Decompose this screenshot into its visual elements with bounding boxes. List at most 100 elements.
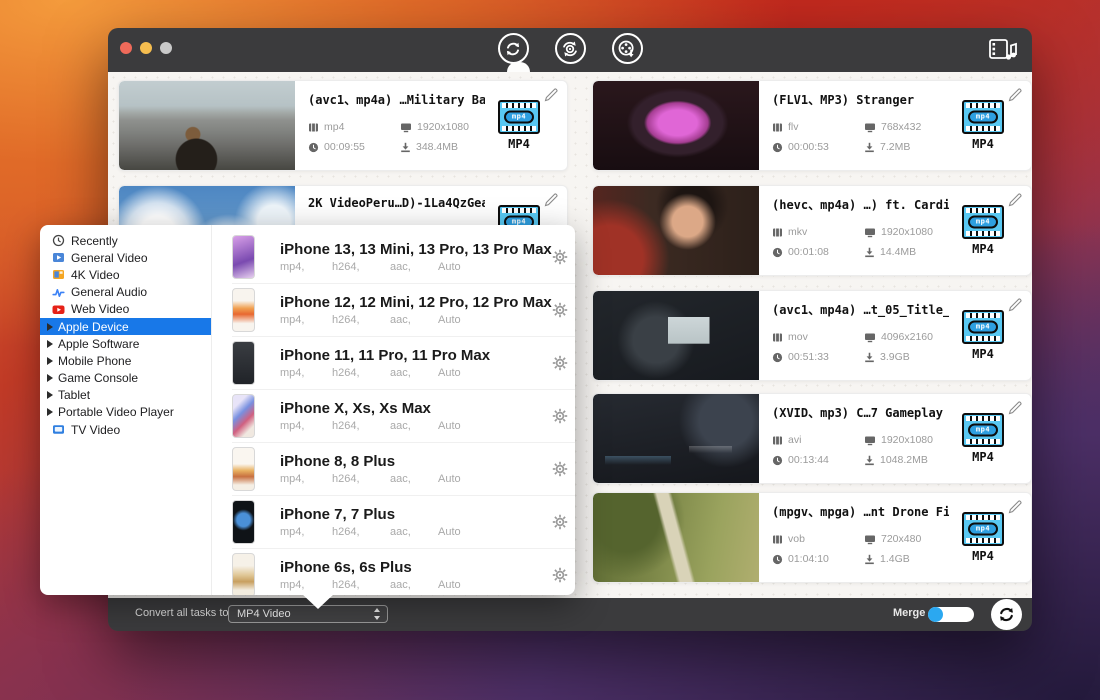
output-format[interactable]: mp4 MP4: [949, 493, 1017, 582]
iphone-thumbnail: [232, 288, 255, 332]
edit-icon[interactable]: [1008, 401, 1022, 415]
monitor-icon: [864, 227, 876, 238]
file-format-icon: [772, 435, 783, 446]
preset-iphone-13[interactable]: iPhone 13, 13 Mini, 13 Pro, 13 Pro Max m…: [232, 231, 575, 284]
run-convert-button[interactable]: [991, 599, 1022, 630]
category-apple-software[interactable]: Apple Software: [40, 335, 211, 352]
category-portable-video-player[interactable]: Portable Video Player: [40, 404, 211, 421]
preset-name: iPhone 11, 11 Pro, 11 Pro Max: [280, 347, 552, 364]
edit-icon[interactable]: [1008, 500, 1022, 514]
category-game-console[interactable]: Game Console: [40, 370, 211, 387]
disclosure-triangle: [47, 391, 53, 399]
convert-arrows-icon: [502, 38, 524, 60]
file-resolution: 1920x1080: [864, 226, 949, 238]
preset-specs: mp4,h264,aac,Auto: [280, 526, 552, 538]
file-card[interactable]: (XVID、mp3) C…7 Gameplay 4K avi 1920x1080…: [592, 393, 1032, 484]
preset-specs: mp4,h264,aac,Auto: [280, 314, 552, 326]
preset-specs: mp4,h264,aac,Auto: [280, 261, 552, 273]
gear-icon[interactable]: [552, 567, 568, 583]
download-size-icon: [864, 554, 875, 565]
file-card[interactable]: (hevc、mp4a) …) ft. Cardi B mkv 1920x1080…: [592, 185, 1032, 276]
preset-iphone-6s[interactable]: iPhone 6s, 6s Plus mp4,h264,aac,Auto: [232, 549, 575, 595]
mp4-badge-icon: mp4: [962, 100, 1004, 134]
category-general-video[interactable]: General Video: [40, 249, 211, 266]
file-resolution: 1920x1080: [864, 434, 949, 446]
tab-dvd[interactable]: [555, 33, 586, 64]
edit-icon[interactable]: [1008, 88, 1022, 102]
download-size-icon: [400, 142, 411, 153]
file-title: (avc1、mp4a) …Military Base: [308, 91, 485, 108]
run-convert-icon: [995, 603, 1018, 626]
gear-icon[interactable]: [552, 302, 568, 318]
file-title: (avc1、mp4a) …t_05_Title_02: [772, 301, 949, 318]
tv-icon: [52, 423, 65, 436]
download-size-icon: [864, 247, 875, 258]
category-mobile-phone[interactable]: Mobile Phone: [40, 352, 211, 369]
output-label: MP4: [972, 242, 994, 256]
monitor-icon: [864, 534, 876, 545]
category-general-audio[interactable]: General Audio: [40, 284, 211, 301]
gear-icon[interactable]: [552, 514, 568, 530]
file-card[interactable]: (FLV1、MP3) Stranger flv 768x432 00:00:53…: [592, 80, 1032, 171]
merge-toggle[interactable]: [928, 607, 974, 622]
iphone-thumbnail: [232, 235, 255, 279]
file-duration: 00:13:44: [772, 454, 864, 466]
download-size-icon: [864, 142, 875, 153]
category-tv-video[interactable]: TV Video: [40, 421, 211, 438]
category-4k-video[interactable]: 4K Video: [40, 266, 211, 283]
monitor-icon: [864, 435, 876, 446]
file-title: 2K VideoPeru…D)-1La4QzGeaaQ: [308, 196, 485, 210]
tab-downloader[interactable]: [612, 33, 643, 64]
file-card[interactable]: (mpgv、mpga) …nt Drone Film vob 720x480 0…: [592, 492, 1032, 583]
gear-icon[interactable]: [552, 249, 568, 265]
output-label: MP4: [972, 450, 994, 464]
general-video-icon: [52, 251, 65, 264]
output-format[interactable]: mp4 MP4: [949, 81, 1017, 170]
youtube-icon: [52, 303, 65, 316]
preset-iphone-12[interactable]: iPhone 12, 12 Mini, 12 Pro, 12 Pro Max m…: [232, 284, 575, 337]
output-format[interactable]: mp4 MP4: [949, 291, 1017, 380]
merge-label: Merge: [893, 607, 925, 619]
output-label: MP4: [508, 137, 530, 151]
gear-icon[interactable]: [552, 355, 568, 371]
file-format-icon: [772, 332, 783, 343]
category-recently[interactable]: Recently: [40, 232, 211, 249]
edit-icon[interactable]: [1008, 193, 1022, 207]
clock-icon: [772, 455, 783, 466]
film-reel-download-icon: [616, 38, 638, 60]
preset-iphone-x[interactable]: iPhone X, Xs, Xs Max mp4,h264,aac,Auto: [232, 390, 575, 443]
preset-name: iPhone 6s, 6s Plus: [280, 559, 552, 576]
output-format[interactable]: mp4 MP4: [485, 81, 553, 170]
file-format-icon: [308, 122, 319, 133]
tab-video-convert[interactable]: [498, 33, 529, 64]
gear-icon[interactable]: [552, 408, 568, 424]
disclosure-triangle: [47, 357, 53, 365]
file-card[interactable]: (avc1、mp4a) …t_05_Title_02 mov 4096x2160…: [592, 290, 1032, 381]
file-format-icon: [772, 534, 783, 545]
file-format: flv: [772, 121, 864, 133]
file-resolution: 1920x1080: [400, 121, 485, 133]
edit-icon[interactable]: [544, 193, 558, 207]
output-label: MP4: [972, 137, 994, 151]
output-format[interactable]: mp4 MP4: [949, 394, 1017, 483]
preset-iphone-11[interactable]: iPhone 11, 11 Pro, 11 Pro Max mp4,h264,a…: [232, 337, 575, 390]
toolbar-tabs: [108, 33, 1032, 64]
title-bar: [108, 28, 1032, 72]
category-apple-device[interactable]: Apple Device: [40, 318, 211, 335]
gear-icon[interactable]: [552, 461, 568, 477]
preset-iphone-7[interactable]: iPhone 7, 7 Plus mp4,h264,aac,Auto: [232, 496, 575, 549]
file-duration: 01:04:10: [772, 553, 864, 565]
category-web-video[interactable]: Web Video: [40, 301, 211, 318]
desktop-wallpaper: (avc1、mp4a) …Military Base mp4 1920x1080…: [0, 0, 1100, 700]
output-format[interactable]: mp4 MP4: [949, 186, 1017, 275]
preset-iphone-8[interactable]: iPhone 8, 8 Plus mp4,h264,aac,Auto: [232, 443, 575, 496]
file-card[interactable]: (avc1、mp4a) …Military Base mp4 1920x1080…: [118, 80, 568, 171]
media-list-icon[interactable]: [988, 37, 1018, 64]
edit-icon[interactable]: [544, 88, 558, 102]
file-size: 1048.2MB: [864, 454, 949, 466]
edit-icon[interactable]: [1008, 298, 1022, 312]
category-tablet[interactable]: Tablet: [40, 387, 211, 404]
video-thumbnail: [593, 493, 759, 582]
clock-icon: [772, 247, 783, 258]
clock-icon: [772, 352, 783, 363]
